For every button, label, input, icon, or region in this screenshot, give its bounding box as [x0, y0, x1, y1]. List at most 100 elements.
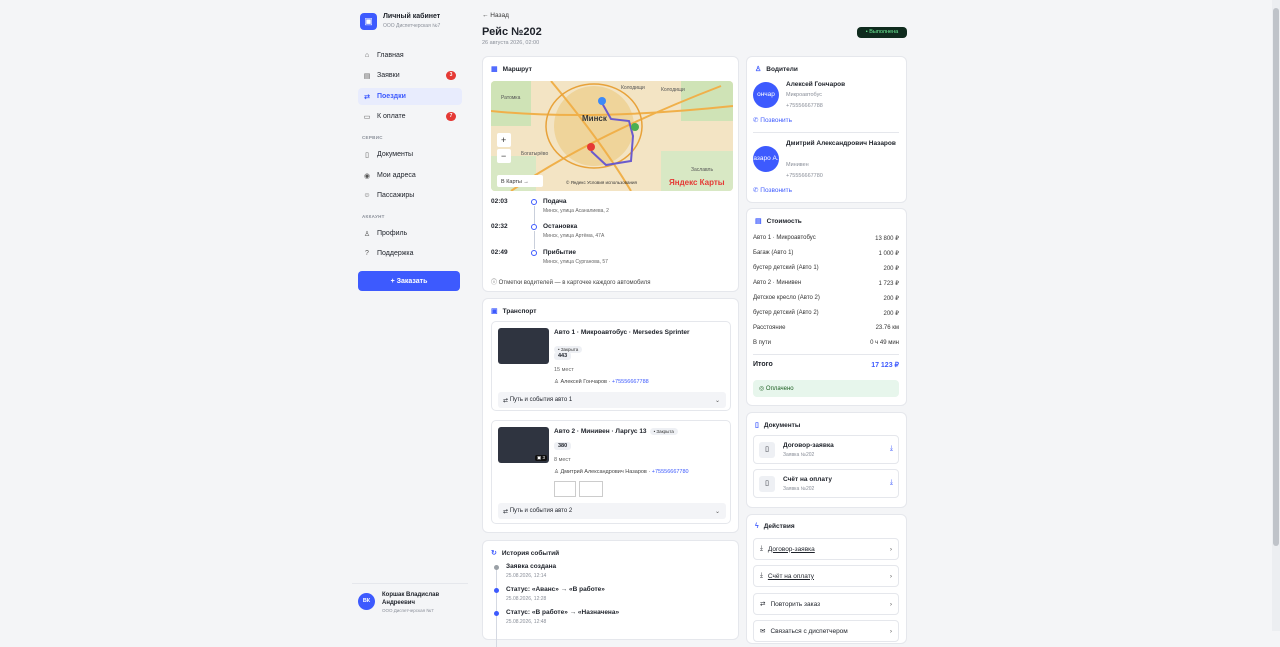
- call-button[interactable]: ✆ Позвонить: [753, 186, 792, 194]
- vehicle-title: Авто 2 · Минивен · Ларгус 13 • Закрыта: [554, 428, 678, 435]
- document-item[interactable]: ▯ Договор-заявка Заявка №202 ⤓: [753, 435, 899, 464]
- map-copyright: © Яндекс Условия использования: [566, 179, 637, 185]
- action-contact-dispatcher[interactable]: ✉ Связаться с диспетчером ›: [753, 620, 899, 642]
- photo-count: ▣ 3: [534, 455, 547, 461]
- divider: [753, 132, 899, 133]
- avatar: ВК: [358, 593, 375, 610]
- document-icon: ▯: [365, 151, 369, 159]
- user-block[interactable]: ВК Коршак Владислав Андреевич ООО Диспет…: [352, 583, 468, 631]
- nav-documents[interactable]: ▯ Документы: [358, 146, 462, 163]
- nav-passengers[interactable]: ☺ Пассажиры: [358, 187, 462, 204]
- driver-name: Алексей Гончаров: [786, 81, 846, 88]
- documents-card: ▯ Документы ▯ Договор-заявка Заявка №202 …: [746, 412, 907, 508]
- cost-label: Авто 1 · Микроавтобус: [753, 235, 816, 241]
- nav-label: К оплате: [377, 113, 406, 120]
- photo-count-value: 3: [542, 455, 545, 460]
- vehicle-photo[interactable]: [498, 328, 549, 364]
- stop-time: 02:32: [491, 223, 508, 230]
- action-contract[interactable]: ⤓ Договор-заявка ›: [753, 538, 899, 560]
- nav-profile[interactable]: ♙ Профиль: [358, 225, 462, 242]
- vehicle-photo[interactable]: ▣ 3: [498, 427, 549, 463]
- section-account: АККАУНТ: [362, 214, 385, 219]
- scrollbar-thumb[interactable]: [1273, 8, 1279, 546]
- cost-label: Багаж (Авто 1): [753, 250, 794, 256]
- map-brand: Яндекс Карты: [669, 178, 725, 187]
- user-org: ООО Диспетчерская №7: [382, 608, 434, 613]
- section-service: СЕРВИС: [362, 135, 383, 140]
- cost-label: В пути: [753, 340, 772, 346]
- document-item[interactable]: ▯ Счёт на оплату Заявка №202 ⤓: [753, 469, 899, 498]
- vehicle-seats: 15 мест: [554, 367, 574, 373]
- stop-marker-icon: [531, 224, 537, 230]
- cost-header: ▤ Стоимость: [755, 217, 802, 226]
- call-label: Позвонить: [760, 187, 793, 194]
- stop-time: 02:03: [491, 198, 508, 205]
- requests-count-badge: 3: [446, 71, 456, 80]
- route-title: Маршрут: [502, 65, 532, 73]
- event-dot: [494, 588, 499, 593]
- history-icon: ↻: [491, 550, 497, 557]
- driver-phone: +75556667788: [786, 103, 823, 109]
- repeat-icon: ⇄: [760, 601, 766, 608]
- chevron-right-icon: ›: [889, 600, 892, 608]
- chat-icon: ✉: [760, 628, 766, 635]
- cost-label: бустер детский (Авто 1): [753, 265, 819, 271]
- clipboard-icon: ▤: [363, 72, 371, 80]
- stop-address: Минск, улица Асаналиева, 2: [543, 208, 609, 214]
- driver-phone-link[interactable]: +75556667788: [612, 379, 649, 385]
- nav-payments[interactable]: ▭ К оплате 7: [358, 108, 462, 125]
- page-scrollbar[interactable]: [1272, 0, 1280, 631]
- bolt-icon: ϟ: [755, 523, 759, 530]
- vehicle-path-toggle[interactable]: ⇄ Путь и события авто 2 ⌄: [498, 503, 726, 519]
- chevron-down-icon: ⌄: [714, 508, 720, 515]
- paid-badge: ◎ Оплачено: [753, 380, 899, 397]
- action-invoice[interactable]: ⤓ Счёт на оплату ›: [753, 565, 899, 587]
- nav-trips[interactable]: ⇄ Поездки: [358, 88, 462, 105]
- route-note: ⓘ Отметки водителей — в карточке каждого…: [491, 280, 651, 286]
- documents-title: Документы: [763, 421, 801, 429]
- actions-title: Действия: [763, 523, 795, 530]
- driver-phone-link[interactable]: +75556667780: [652, 469, 689, 475]
- cost-row: Багаж (Авто 1) 1 000 ₽: [753, 250, 899, 257]
- map-open-link[interactable]: В Карты →: [501, 179, 529, 185]
- vehicle-path-toggle[interactable]: ⇄ Путь и события авто 1 ⌄: [498, 392, 726, 408]
- action-repeat-order[interactable]: ⇄ Повторить заказ ›: [753, 593, 899, 615]
- check-circle-icon: ◎: [759, 386, 766, 392]
- brand-subtitle: ООО Диспетчерская №7: [383, 23, 441, 29]
- sidebar: ▣ Личный кабинет ООО Диспетчерская №7 ⌂ Г…: [352, 0, 468, 631]
- event-title: Статус: «Аванс» → «В работе»: [506, 586, 605, 593]
- back-link[interactable]: ← Назад: [482, 12, 509, 19]
- cost-value: 23.76 км: [875, 325, 899, 331]
- thumbnail-image[interactable]: [554, 481, 576, 497]
- chevron-down-icon: ⌄: [714, 397, 720, 404]
- history-card: ↻ История событий Заявка создана 25.08.20…: [482, 540, 739, 647]
- nav-home[interactable]: ⌂ Главная: [358, 47, 462, 64]
- event-title: Статус: «В работе» → «Назначена»: [506, 609, 620, 616]
- documents-header: ▯ Документы: [755, 421, 801, 430]
- stop-title: Прибытие: [543, 249, 576, 256]
- thumbnail-image[interactable]: [579, 481, 603, 497]
- cost-row: Авто 2 · Минивен 1 723 ₽: [753, 280, 899, 287]
- avatar: азаро А.: [753, 146, 779, 172]
- status-chip: • Закрыта: [649, 428, 678, 435]
- download-icon[interactable]: ⤓: [890, 479, 893, 487]
- stop-time: 02:49: [491, 249, 508, 256]
- stop-title: Остановка: [543, 223, 578, 230]
- vehicle-seats: 8 мест: [554, 457, 571, 463]
- call-button[interactable]: ✆ Позвонить: [753, 116, 792, 124]
- cost-row: бустер детский (Авто 2) 200 ₽: [753, 310, 899, 317]
- timeline-line: [496, 567, 497, 647]
- vehicle-title: Авто 1 · Микроавтобус · Mersedes Sprinte…: [554, 329, 690, 336]
- driver-phone: +75556667780: [786, 173, 823, 179]
- nav-support[interactable]: ? Поддержка: [358, 245, 462, 262]
- nav-requests[interactable]: ▤ Заявки 3: [358, 67, 462, 84]
- vehicle-card-2: ▣ 3 Авто 2 · Минивен · Ларгус 13 • Закрыт…: [491, 420, 731, 524]
- history-header: ↻ История событий: [491, 549, 559, 558]
- download-icon[interactable]: ⤓: [890, 445, 893, 453]
- event-dot: [494, 611, 499, 616]
- vehicle-name: Авто 1 · Микроавтобус · Mersedes Sprinte…: [554, 329, 690, 336]
- nav-addresses[interactable]: ◉ Мои адреса: [358, 167, 462, 184]
- order-button[interactable]: + Заказать: [358, 271, 460, 291]
- actions-card: ϟ Действия ⤓ Договор-заявка › ⤓ Счёт на опла…: [746, 514, 907, 644]
- route-map[interactable]: Минск Ратомка Колодищи Богатырёво Колоди…: [491, 81, 733, 191]
